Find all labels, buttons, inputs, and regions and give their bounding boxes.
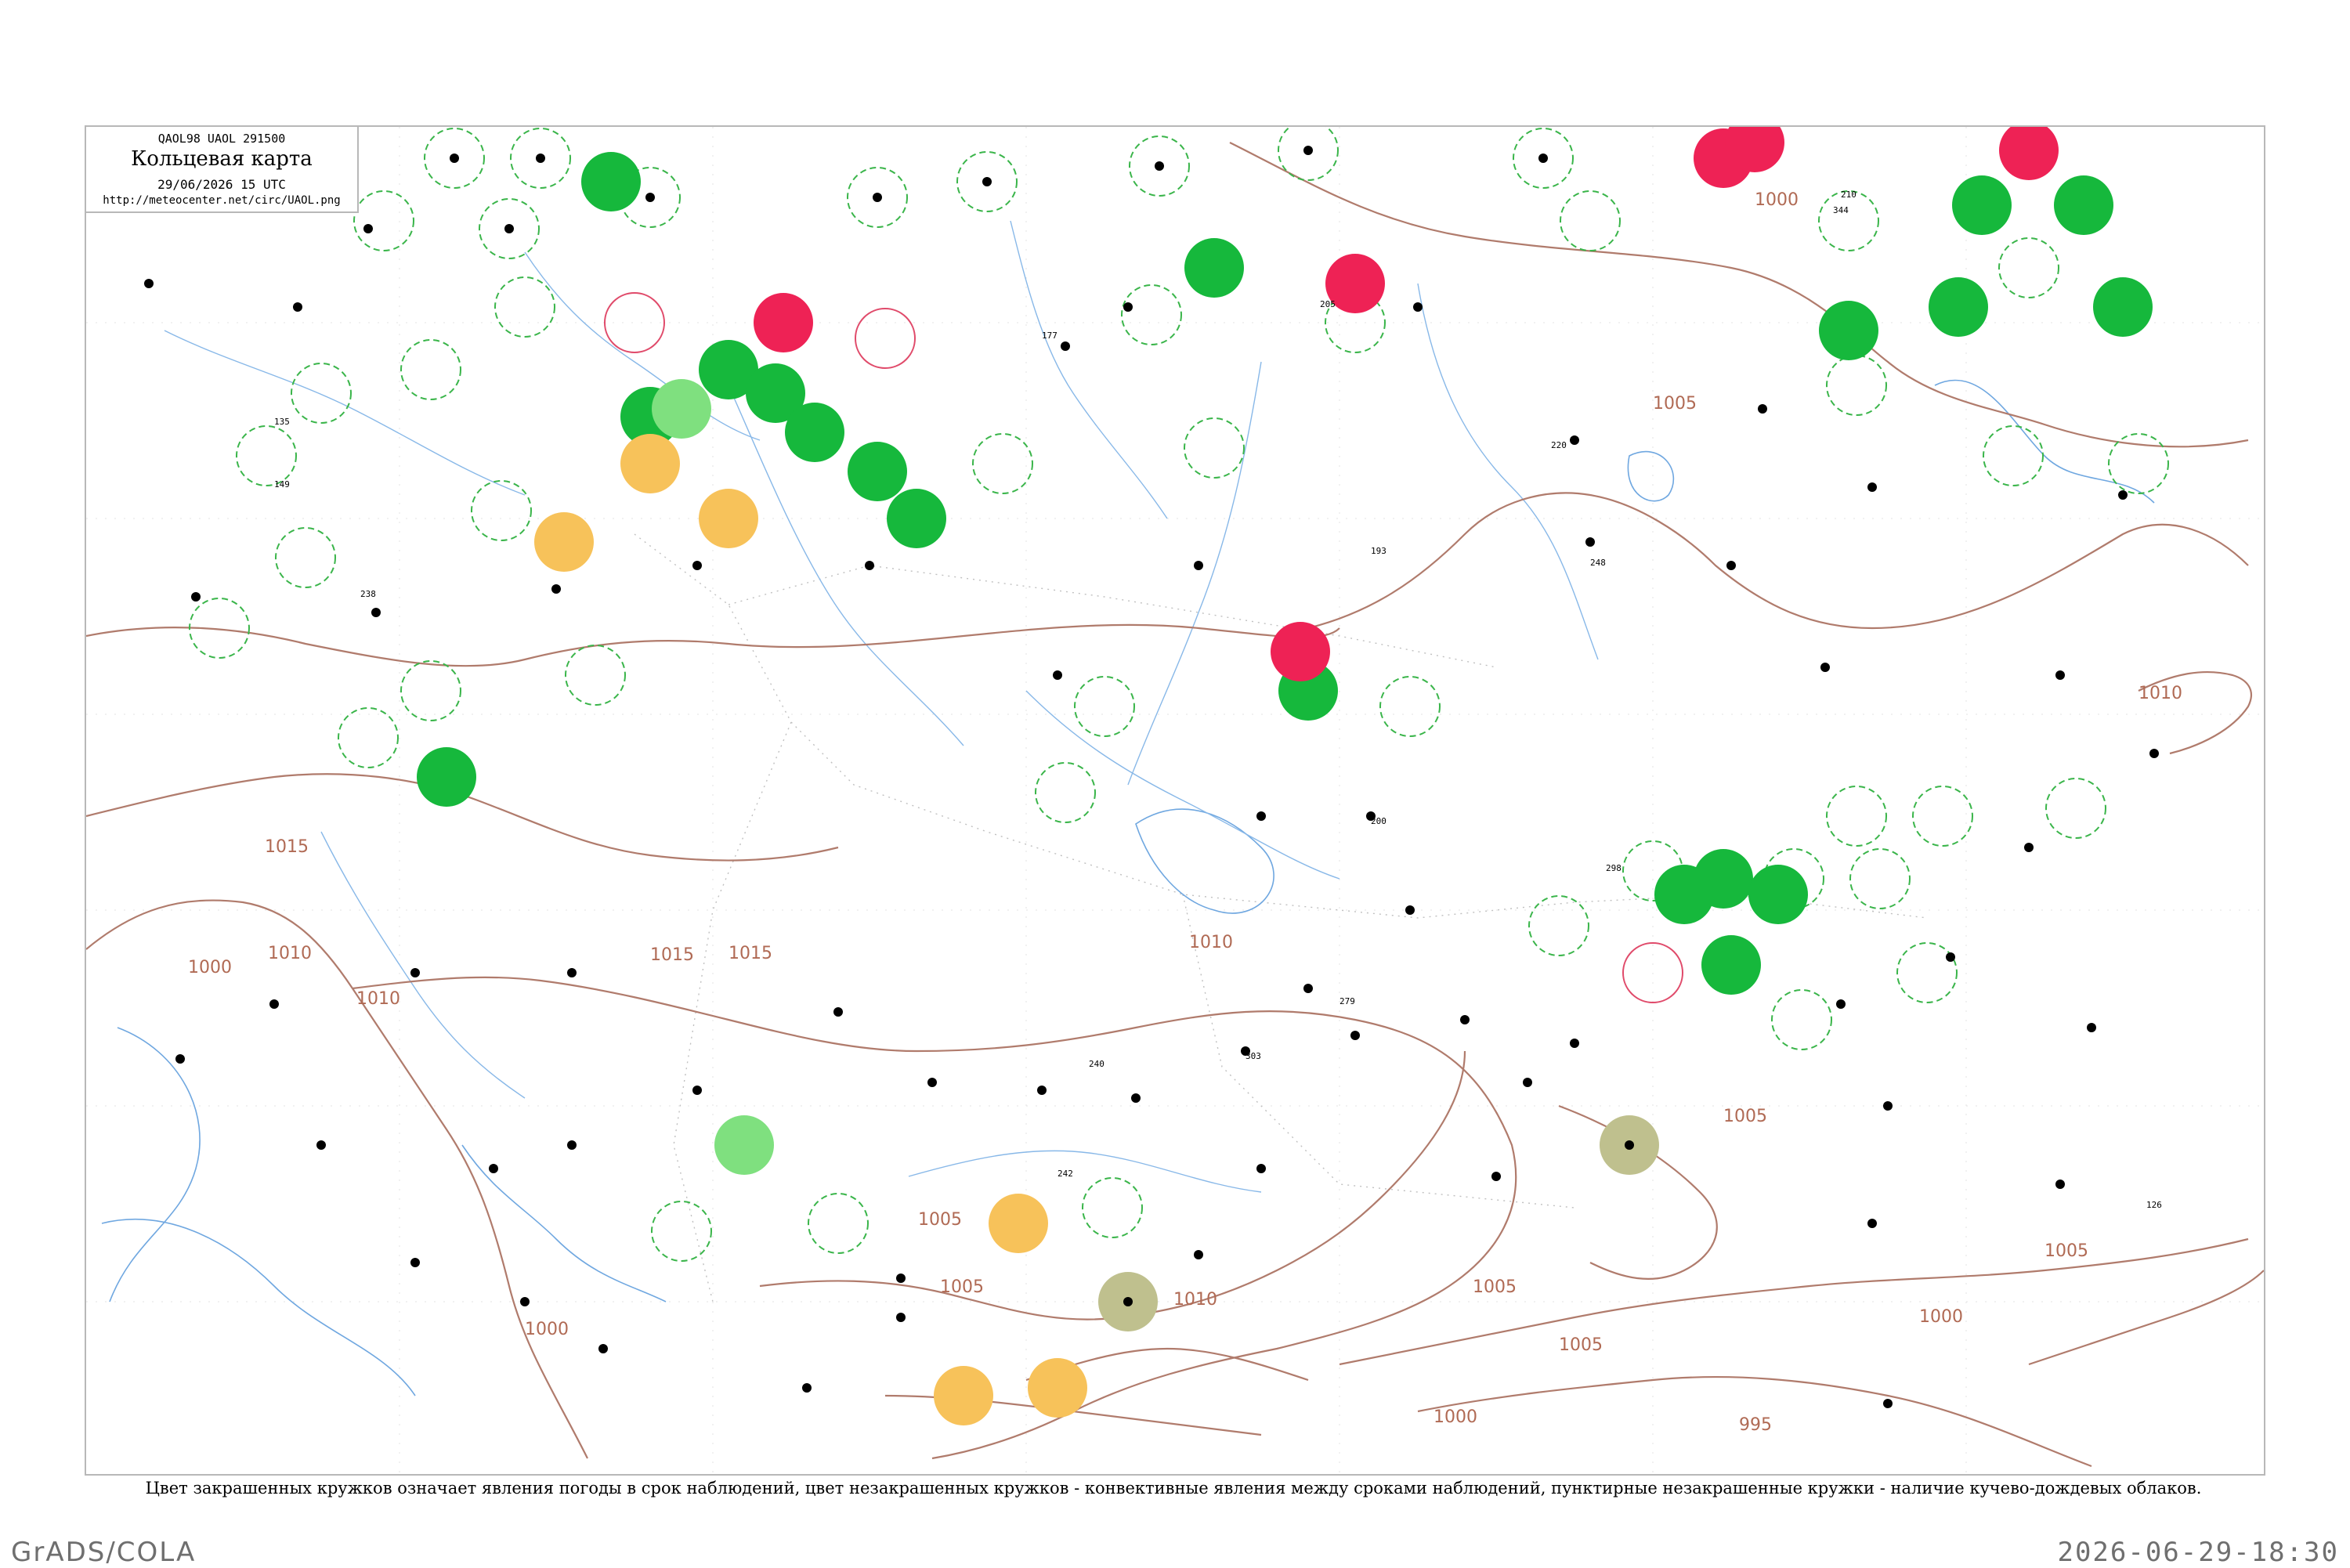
footer-timestamp: 2026-06-29-18:30 [2057, 1537, 2339, 1568]
station-value: 126 [2146, 1200, 2162, 1210]
map-legend-box: QAOL98 UAOL 291500 Кольцевая карта 29/06… [85, 125, 359, 213]
isobar-label: 1000 [1434, 1407, 1477, 1427]
station-value: 240 [1089, 1059, 1104, 1069]
isobar-label: 1015 [728, 944, 772, 963]
isobar-labels: 1000 1005 1010 1015 1000 1005 1010 1015 … [188, 190, 2182, 1435]
isobar-label: 1015 [265, 837, 309, 857]
station-value: 248 [1590, 558, 1606, 568]
cumulonimbus-rings [189, 127, 2169, 1262]
station-value: 205 [1320, 299, 1336, 309]
isobar-label: 1005 [940, 1277, 984, 1297]
station-value: 279 [1340, 996, 1355, 1006]
map-grid [86, 127, 2264, 1474]
isobar-label: 1000 [1755, 190, 1799, 210]
station-value: 177 [1042, 331, 1058, 341]
isobar-label: 1010 [2138, 684, 2182, 703]
map-datetime: 29/06/2026 15 UTC [157, 177, 286, 192]
isobar-label: 1000 [188, 958, 232, 977]
station-value: 242 [1058, 1169, 1073, 1179]
isobar-label: 1015 [650, 945, 694, 965]
station-value: 210 [1841, 190, 1856, 200]
isobar-label: 1005 [918, 1210, 962, 1230]
isobar-label: 1005 [1473, 1277, 1517, 1297]
map-title: Кольцевая карта [131, 147, 313, 171]
station-value: 193 [1371, 546, 1386, 556]
weather-map: 1000 1005 1010 1015 1000 1005 1010 1015 … [85, 125, 2265, 1476]
station-value: 200 [1371, 816, 1386, 826]
isobar-label: 1005 [2044, 1241, 2088, 1261]
isobar-label: 1010 [1173, 1290, 1217, 1310]
station-value: 344 [1833, 205, 1849, 215]
isobar-label: 1005 [1653, 394, 1697, 414]
isobar-label: 1000 [1919, 1307, 1963, 1327]
isobar-label: 1005 [1559, 1335, 1603, 1355]
isobar-label: 1010 [1189, 933, 1233, 952]
station-value: 135 [274, 417, 290, 427]
station-value: 238 [360, 589, 376, 599]
isobar-label: 1005 [1723, 1107, 1767, 1126]
station-value: 303 [1246, 1051, 1261, 1061]
map-canvas: 1000 1005 1010 1015 1000 1005 1010 1015 … [86, 127, 2264, 1474]
isobars [86, 142, 2264, 1468]
filled-weather-circles [417, 127, 2153, 1425]
water-bodies [101, 220, 2155, 1396]
footer-software: GrADS/COLA [11, 1537, 197, 1568]
isobar-label: 1010 [356, 989, 400, 1009]
bulletin-code: QAOL98 UAOL 291500 [157, 132, 286, 146]
map-url: http://meteocenter.net/circ/UAOL.png [103, 194, 341, 207]
station-values: 193 238 248 279 240 205 177 303 242 298 … [274, 190, 2162, 1210]
station-value: 298 [1606, 863, 1622, 873]
isobar-label: 995 [1739, 1415, 1772, 1435]
isobar-label: 1000 [525, 1320, 569, 1339]
station-value: 149 [274, 479, 290, 490]
isobar-label: 1010 [268, 944, 312, 963]
station-value: 220 [1551, 440, 1567, 450]
map-caption: Цвет закрашенных кружков означает явлени… [145, 1479, 2202, 1498]
